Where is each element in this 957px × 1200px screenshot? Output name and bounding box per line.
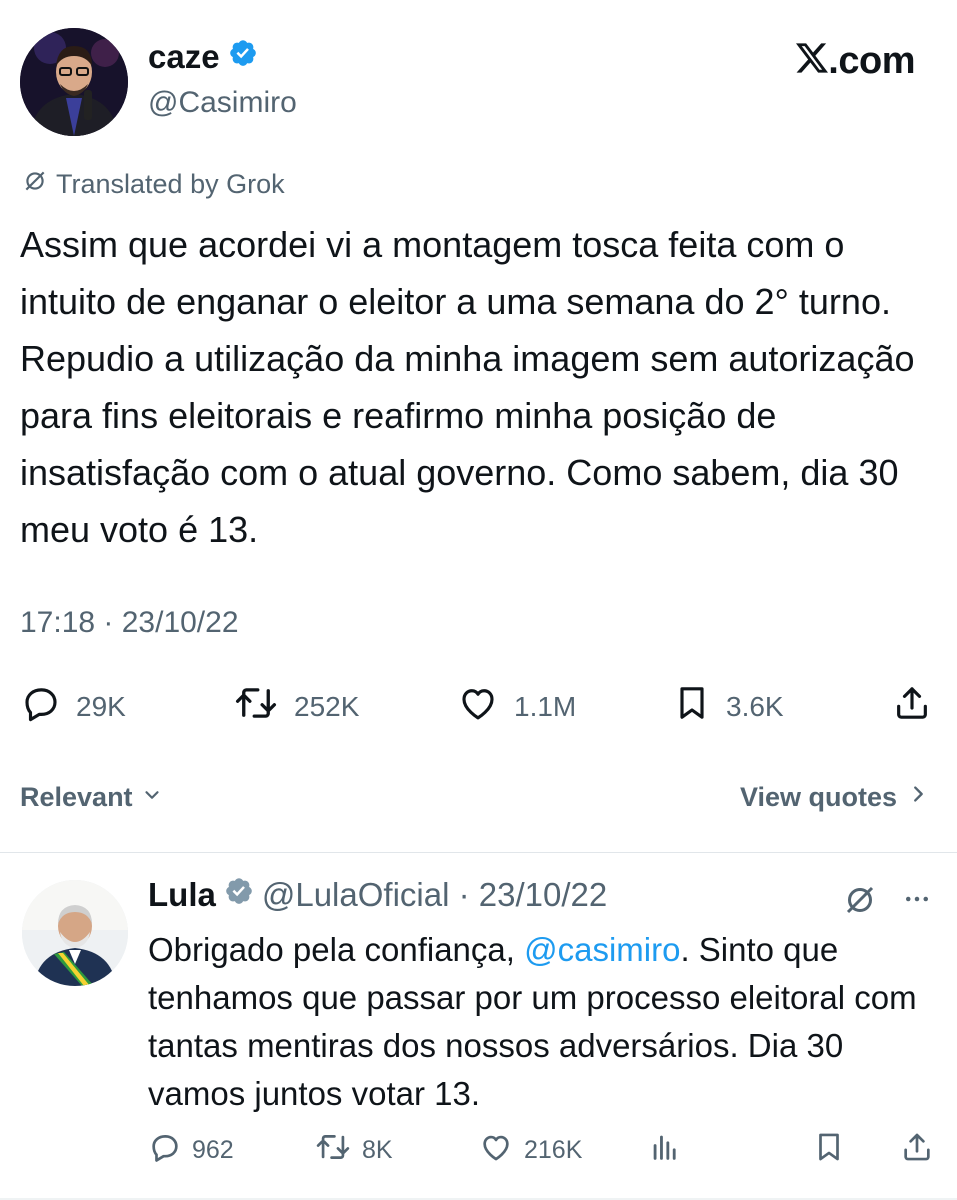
reply-bookmark-button[interactable] [812, 1130, 846, 1171]
like-button[interactable]: 1.1M [456, 682, 576, 731]
bookmark-count: 3.6K [726, 690, 784, 722]
reply-translate-button[interactable] [842, 882, 878, 923]
tweet-action-bar: 29K 252K 1.1M 3.6K [20, 682, 940, 730]
translate-icon [842, 886, 878, 922]
reply-like-count: 216K [524, 1136, 583, 1164]
author-handle[interactable]: @Casimiro [148, 86, 297, 120]
reply-like-button[interactable]: 216K [478, 1130, 582, 1171]
reply-reply-count: 962 [192, 1136, 234, 1164]
reply-reply-button[interactable]: 962 [148, 1130, 234, 1171]
author-name[interactable]: caze [148, 38, 258, 76]
like-icon [456, 682, 500, 731]
verified-badge-icon [228, 38, 258, 76]
tweet-text: Assim que acordei vi a montagem tosca fe… [20, 224, 915, 550]
x-logo-icon [796, 40, 829, 83]
translate-icon [22, 168, 48, 201]
mention-link[interactable]: @casimiro [524, 931, 680, 968]
view-quotes-label: View quotes [739, 782, 897, 812]
more-options-button[interactable] [900, 884, 934, 919]
more-icon [900, 896, 934, 918]
sort-label: Relevant [20, 782, 133, 812]
share-icon [900, 1130, 934, 1171]
bookmark-icon [672, 682, 712, 731]
author-display-name[interactable]: caze [148, 38, 220, 76]
reply-repost-count: 8K [362, 1136, 393, 1164]
translated-label[interactable]: Translated by Grok [22, 168, 285, 201]
chevron-down-icon [141, 782, 163, 813]
reply-count: 29K [76, 690, 126, 722]
reply-share-button[interactable] [900, 1130, 934, 1171]
tweet-timestamp[interactable]: 17:18 · 23/10/22 [20, 606, 239, 640]
reply-button[interactable]: 29K [20, 682, 126, 731]
view-quotes-link[interactable]: View quotes [740, 782, 929, 813]
chevron-right-icon [907, 782, 929, 813]
reply-author-name[interactable]: Lula [148, 876, 216, 914]
reply-views-button[interactable] [648, 1130, 682, 1171]
reply-action-bar: 962 8K 216K [148, 1130, 938, 1170]
reply-repost-button[interactable]: 8K [314, 1130, 393, 1171]
repost-count: 252K [294, 690, 360, 722]
repost-icon [232, 682, 280, 731]
repost-button[interactable]: 252K [232, 682, 359, 731]
bookmark-icon [812, 1130, 846, 1171]
share-icon [892, 682, 932, 731]
reply-author-avatar[interactable] [22, 880, 128, 986]
like-count: 1.1M [514, 690, 577, 722]
views-icon [648, 1130, 682, 1171]
reply-header: Lula @LulaOficial · 23/10/22 [148, 876, 607, 914]
reply-handle-date[interactable]: @LulaOficial · 23/10/22 [262, 876, 607, 914]
translated-text: Translated by Grok [56, 169, 285, 199]
verified-badge-icon [224, 876, 254, 914]
bookmark-button[interactable]: 3.6K [672, 682, 784, 731]
site-watermark: .com [796, 40, 915, 83]
reply-text-start: Obrigado pela confiança, [148, 931, 525, 968]
sort-dropdown[interactable]: Relevant [20, 782, 163, 813]
author-avatar[interactable] [20, 28, 128, 136]
share-button[interactable] [892, 682, 932, 731]
site-label: .com [828, 40, 915, 82]
divider [0, 852, 957, 853]
reply-icon [20, 682, 62, 731]
reply-text: Obrigado pela confiança, @casimiro. Sint… [148, 926, 938, 1118]
like-icon [478, 1130, 514, 1171]
repost-icon [314, 1130, 352, 1171]
reply-icon [148, 1130, 182, 1171]
